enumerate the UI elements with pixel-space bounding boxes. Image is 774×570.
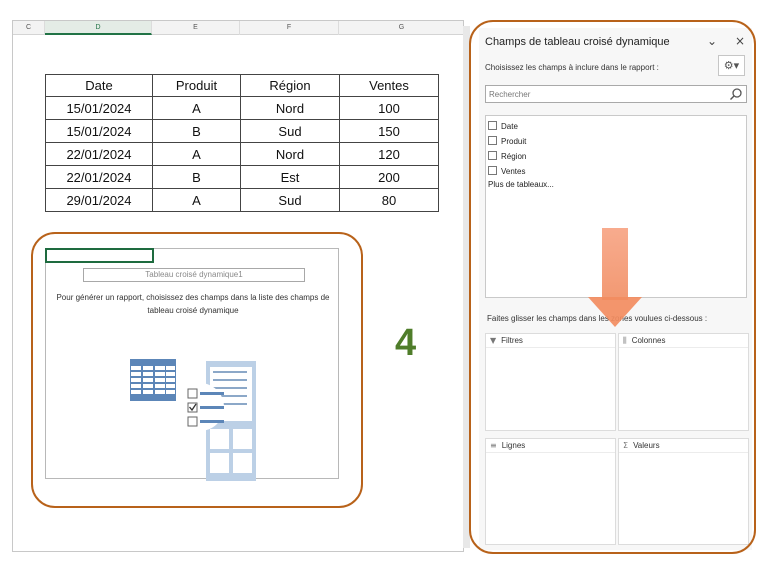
table-cell[interactable]: A [152, 96, 241, 120]
step-number: 4 [395, 322, 417, 364]
table-cell[interactable]: A [152, 188, 241, 212]
arrow-head-icon [588, 297, 642, 327]
column-header-e[interactable]: E [152, 21, 240, 35]
table-header-cell[interactable]: Date [45, 74, 153, 97]
table-cell[interactable]: 22/01/2024 [45, 142, 153, 166]
table-header-cell[interactable]: Région [240, 74, 340, 97]
column-header-d[interactable]: D [45, 21, 152, 35]
table-row: 22/01/2024 A Nord 120 [45, 142, 439, 166]
table-row: 15/01/2024 B Sud 150 [45, 119, 439, 143]
table-cell[interactable]: 80 [339, 188, 439, 212]
table-cell[interactable]: A [152, 142, 241, 166]
table-cell[interactable]: 120 [339, 142, 439, 166]
table-cell[interactable]: 15/01/2024 [45, 96, 153, 120]
highlight-outline-pivot [31, 232, 363, 508]
table-row: 22/01/2024 B Est 200 [45, 165, 439, 189]
table-cell[interactable]: 150 [339, 119, 439, 143]
arrow-down-icon [602, 228, 628, 300]
table-cell[interactable]: Est [240, 165, 340, 189]
table-cell[interactable]: B [152, 165, 241, 189]
table-cell[interactable]: 22/01/2024 [45, 165, 153, 189]
table-cell[interactable]: B [152, 119, 241, 143]
table-header-cell[interactable]: Produit [152, 74, 241, 97]
sales-data-table: Date Produit Région Ventes 15/01/2024 A … [45, 74, 439, 212]
table-row: 15/01/2024 A Nord 100 [45, 96, 439, 120]
table-cell[interactable]: 15/01/2024 [45, 119, 153, 143]
table-header-cell[interactable]: Ventes [339, 74, 439, 97]
table-cell[interactable]: Sud [240, 119, 340, 143]
column-header-f[interactable]: F [240, 21, 339, 35]
table-cell[interactable]: 29/01/2024 [45, 188, 153, 212]
table-cell[interactable]: 100 [339, 96, 439, 120]
column-header-g[interactable]: G [339, 21, 463, 35]
table-cell[interactable]: Nord [240, 96, 340, 120]
column-headers: C D E F G [13, 21, 463, 35]
table-header-row: Date Produit Région Ventes [45, 74, 439, 97]
table-cell[interactable]: 200 [339, 165, 439, 189]
table-row: 29/01/2024 A Sud 80 [45, 188, 439, 212]
column-header-c[interactable]: C [13, 21, 45, 35]
table-cell[interactable]: Sud [240, 188, 340, 212]
table-cell[interactable]: Nord [240, 142, 340, 166]
